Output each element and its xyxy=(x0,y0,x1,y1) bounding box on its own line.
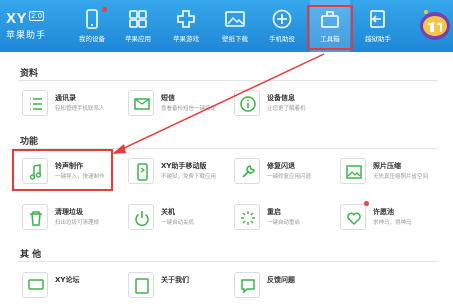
card-sms[interactable]: 短信 查看备份短信一键搞定 xyxy=(128,90,228,124)
card-desc: 扫出垃圾可清理掉 xyxy=(55,220,100,226)
card-desc: 让您更了解着机 xyxy=(267,106,306,112)
nav-label: 苹果游戏 xyxy=(173,35,199,43)
card-xy-mobile[interactable]: XY助手移动版 不越狱，免费下载应用 xyxy=(128,158,228,192)
section-divider xyxy=(18,80,438,81)
card-title: 关于我们 xyxy=(161,276,189,284)
app-logo: XY 2.0 苹果助手 xyxy=(6,8,46,41)
section-title-function: 功能 xyxy=(20,137,39,147)
card-title: XY助手移动版 xyxy=(161,162,207,170)
card-title: XY论坛 xyxy=(55,276,80,284)
nav-label: 越狱助手 xyxy=(365,35,391,43)
card-restart[interactable]: 重启 一键自动重启 xyxy=(234,204,334,238)
card-desc: 不越狱，免费下载应用 xyxy=(161,174,217,180)
nav-jailbreak[interactable]: 越狱助手 xyxy=(358,0,398,52)
card-title: 通讯录 xyxy=(55,94,76,102)
highlight-box-toolbox xyxy=(307,5,353,50)
message-icon xyxy=(128,90,154,116)
device-info-icon xyxy=(234,90,260,116)
card-photo-compress[interactable]: 照片压缩 无失真压缩照片省空间 xyxy=(340,158,440,192)
info-icon xyxy=(128,272,154,298)
card-desc: 一键自动关机 xyxy=(161,220,195,226)
logo-subtitle: 苹果助手 xyxy=(6,31,47,41)
photo-icon xyxy=(340,158,366,184)
nav-my-device[interactable]: 我的设备 xyxy=(72,0,112,52)
card-xy-forum[interactable]: XY论坛 xyxy=(22,272,122,306)
card-desc: 查看备份短信一键搞定 xyxy=(161,106,217,112)
card-wish-pool[interactable]: 许愿池 求神马，得神马 xyxy=(340,201,440,238)
mascot-logo xyxy=(420,10,450,40)
heart-icon xyxy=(340,204,366,230)
section-title-data: 资料 xyxy=(20,69,39,79)
card-shutdown[interactable]: 关机 一键自动关机 xyxy=(128,204,228,238)
card-desc: 一键自动重启 xyxy=(267,220,301,226)
card-contacts[interactable]: 通讯录 轻松管理手机联系人 xyxy=(22,90,122,124)
trash-icon xyxy=(22,204,48,230)
card-desc: 轻松管理手机联系人 xyxy=(55,106,105,112)
card-title: 清理垃圾 xyxy=(55,208,83,216)
card-title: 短信 xyxy=(161,94,175,102)
card-title: 修复闪退 xyxy=(267,162,295,170)
card-title: 关机 xyxy=(161,208,175,216)
card-desc: 无失真压缩照片省空间 xyxy=(373,174,429,180)
chat-icon xyxy=(22,272,48,298)
section-divider xyxy=(18,261,438,262)
nav-phone-helper[interactable]: 手机助役 xyxy=(262,0,302,52)
picture-icon xyxy=(225,11,245,27)
card-title: 许愿池 xyxy=(373,208,394,216)
plus-circle-icon xyxy=(272,9,292,29)
card-title: 设备信息 xyxy=(267,94,295,102)
section-title-other: 其 他 xyxy=(20,250,42,260)
card-device-info[interactable]: 设备信息 让您更了解着机 xyxy=(234,90,334,124)
phone-icon xyxy=(86,9,98,29)
top-toolbar: XY 2.0 苹果助手 我的设备 苹果应用 苹果游戏 壁纸下载 手机助役 工具箱… xyxy=(0,0,453,52)
card-fix-crash[interactable]: 修复闪退 一键修复应用闪退 xyxy=(234,158,334,192)
exit-icon xyxy=(370,10,385,28)
feedback-icon xyxy=(234,272,260,298)
restart-icon xyxy=(234,204,260,230)
logo-version: 2.0 xyxy=(29,11,45,21)
nav-apple-apps[interactable]: 苹果应用 xyxy=(118,0,158,52)
logo-text: XY xyxy=(6,10,28,27)
wrench-icon xyxy=(234,158,260,184)
apps-icon xyxy=(129,10,147,28)
card-desc: 求神马，得神马 xyxy=(373,220,412,226)
card-title: 重启 xyxy=(267,208,281,216)
card-feedback[interactable]: 反馈问题 xyxy=(234,272,334,306)
card-desc: 一键修复应用闪退 xyxy=(267,174,312,180)
notification-dot xyxy=(102,7,107,12)
card-title: 照片压缩 xyxy=(373,162,401,170)
card-clean-junk[interactable]: 清理垃圾 扫出垃圾可清理掉 xyxy=(22,204,122,238)
highlight-box-ringtone xyxy=(12,149,113,191)
nav-wallpapers[interactable]: 壁纸下载 xyxy=(215,0,255,52)
mobile-icon xyxy=(128,158,154,184)
nav-apple-games[interactable]: 苹果游戏 xyxy=(166,0,206,52)
power-icon xyxy=(128,204,154,230)
contacts-list-icon xyxy=(22,90,48,116)
gamepad-icon xyxy=(177,10,195,28)
card-title: 反馈问题 xyxy=(267,276,295,284)
card-about-us[interactable]: 关于我们 xyxy=(128,272,228,306)
notification-dot xyxy=(364,201,369,206)
